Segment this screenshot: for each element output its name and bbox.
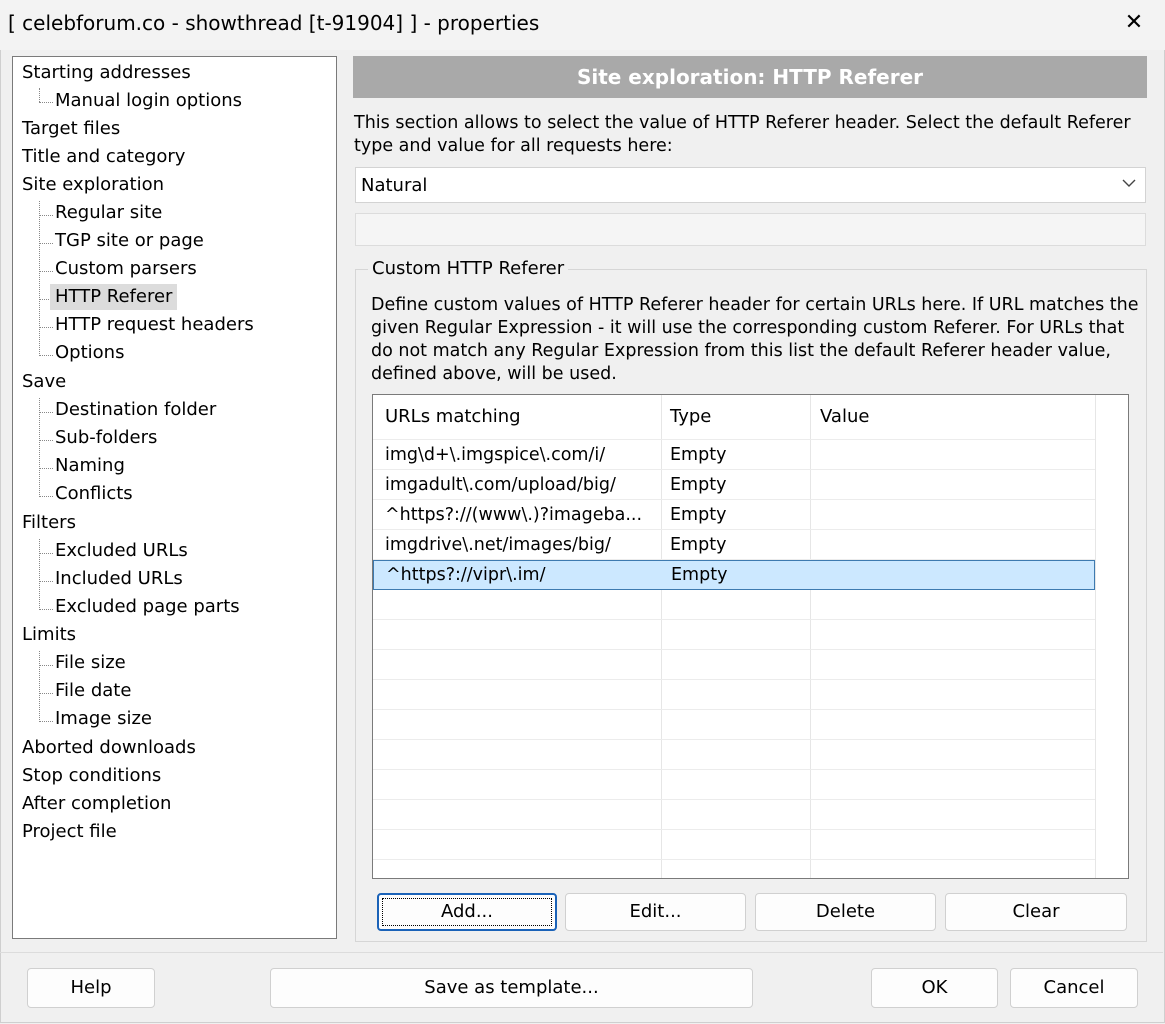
- tree-item-tgp-site-or-page[interactable]: TGP site or page: [55, 228, 204, 254]
- cancel-button[interactable]: Cancel: [1010, 968, 1138, 1008]
- cell-url: ^https?://(www\.)?imageba...: [385, 505, 643, 525]
- referer-type-value: Natural: [361, 175, 428, 196]
- tree-item-file-date[interactable]: File date: [55, 678, 131, 704]
- settings-tree[interactable]: Starting addresses Manual login options …: [12, 56, 337, 939]
- tree-item-target-files[interactable]: Target files: [22, 116, 120, 142]
- cell-type: Empty: [670, 475, 727, 495]
- focus-rect: [382, 898, 552, 926]
- custom-referer-list[interactable]: URLs matching Type Value img\d+\.imgspic…: [372, 394, 1129, 879]
- ok-button[interactable]: OK: [871, 968, 998, 1008]
- cell-url: imgadult\.com/upload/big/: [385, 475, 616, 495]
- tree-item-image-size[interactable]: Image size: [55, 706, 152, 732]
- table-row[interactable]: imgdrive\.net/images/big/ Empty: [373, 530, 1095, 560]
- tree-item-limits[interactable]: Limits: [22, 622, 76, 648]
- title-bar: [ celebforum.co - showthread [t-91904] ]…: [0, 0, 1165, 50]
- cell-type: Empty: [670, 445, 727, 465]
- cell-value: [820, 500, 1090, 530]
- column-header-urls-matching[interactable]: URLs matching: [385, 395, 521, 439]
- tree-item-sub-folders[interactable]: Sub-folders: [55, 425, 157, 451]
- section-header: Site exploration: HTTP Referer: [353, 56, 1147, 98]
- window-title: [ celebforum.co - showthread [t-91904] ]…: [8, 11, 540, 35]
- save-as-template-button[interactable]: Save as template...: [270, 968, 753, 1008]
- help-button[interactable]: Help: [27, 968, 155, 1008]
- tree-item-destination-folder[interactable]: Destination folder: [55, 397, 216, 423]
- cell-url: img\d+\.imgspice\.com/i/: [385, 445, 606, 465]
- add-button[interactable]: Add...: [377, 893, 557, 931]
- clear-button[interactable]: Clear: [945, 893, 1127, 931]
- tree-item-regular-site[interactable]: Regular site: [55, 200, 162, 226]
- footer-divider: [0, 952, 1163, 953]
- cell-type: Empty: [670, 505, 727, 525]
- tree-item-project-file[interactable]: Project file: [22, 819, 117, 845]
- referer-value-field: [355, 213, 1146, 246]
- tree-item-custom-parsers[interactable]: Custom parsers: [55, 256, 197, 282]
- tree-item-after-completion[interactable]: After completion: [22, 791, 171, 817]
- section-description: This section allows to select the value …: [354, 113, 1131, 156]
- tree-item-manual-login-options[interactable]: Manual login options: [55, 88, 242, 114]
- custom-referer-group-title: Custom HTTP Referer: [368, 258, 569, 279]
- table-row[interactable]: ^https?://(www\.)?imageba... Empty: [373, 500, 1095, 530]
- tree-item-conflicts[interactable]: Conflicts: [55, 481, 133, 507]
- cell-value: [820, 470, 1090, 500]
- tree-item-stop-conditions[interactable]: Stop conditions: [22, 763, 161, 789]
- tree-item-save[interactable]: Save: [22, 369, 66, 395]
- tree-item-excluded-urls[interactable]: Excluded URLs: [55, 538, 188, 564]
- column-header-value[interactable]: Value: [820, 395, 869, 439]
- table-row[interactable]: img\d+\.imgspice\.com/i/ Empty: [373, 440, 1095, 470]
- tree-item-included-urls[interactable]: Included URLs: [55, 566, 183, 592]
- tree-item-excluded-page-parts[interactable]: Excluded page parts: [55, 594, 240, 620]
- tree-item-http-request-headers[interactable]: HTTP request headers: [55, 312, 254, 338]
- close-icon[interactable]: ✕: [1121, 10, 1147, 36]
- edit-button[interactable]: Edit...: [565, 893, 746, 931]
- tree-item-options[interactable]: Options: [55, 340, 124, 366]
- cell-value: [820, 440, 1090, 470]
- cell-type: Empty: [671, 565, 728, 585]
- referer-type-dropdown[interactable]: Natural: [355, 167, 1146, 203]
- tree-item-http-referer[interactable]: HTTP Referer: [50, 284, 178, 310]
- table-row-selected[interactable]: ^https?://vipr\.im/ Empty: [373, 560, 1095, 590]
- column-header-type[interactable]: Type: [670, 395, 711, 439]
- chevron-down-icon: [1121, 175, 1137, 195]
- cell-value: [821, 560, 1091, 590]
- cell-url: imgdrive\.net/images/big/: [385, 535, 611, 555]
- tree-item-starting-addresses[interactable]: Starting addresses: [22, 60, 191, 86]
- cell-value: [820, 530, 1090, 560]
- tree-item-filters[interactable]: Filters: [22, 510, 76, 536]
- tree-item-title-and-category[interactable]: Title and category: [22, 144, 185, 170]
- tree-item-naming[interactable]: Naming: [55, 453, 125, 479]
- cell-url: ^https?://vipr\.im/: [386, 565, 546, 585]
- cell-type: Empty: [670, 535, 727, 555]
- delete-button[interactable]: Delete: [755, 893, 936, 931]
- custom-referer-description: Define custom values of HTTP Referer hea…: [371, 295, 1139, 384]
- tree-item-aborted-downloads[interactable]: Aborted downloads: [22, 735, 196, 761]
- table-row[interactable]: imgadult\.com/upload/big/ Empty: [373, 470, 1095, 500]
- grid-column-divider: [1095, 395, 1096, 878]
- tree-item-site-exploration[interactable]: Site exploration: [22, 172, 164, 198]
- tree-item-file-size[interactable]: File size: [55, 650, 126, 676]
